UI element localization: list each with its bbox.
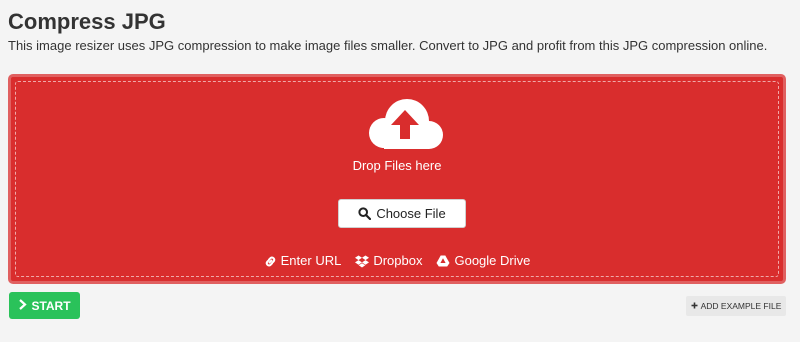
- dropbox-label: Dropbox: [373, 253, 423, 268]
- choose-file-button[interactable]: Choose File: [338, 199, 466, 228]
- google-drive-label: Google Drive: [454, 253, 531, 268]
- start-label: START: [31, 298, 71, 313]
- enter-url-label: Enter URL: [280, 253, 342, 268]
- file-dropzone[interactable]: Drop Files here Choose File Enter URL Dr…: [8, 74, 786, 284]
- google-drive-icon: [436, 255, 450, 267]
- add-example-file-button[interactable]: ADD EXAMPLE FILE: [686, 296, 786, 316]
- enter-url-link[interactable]: Enter URL: [264, 253, 342, 269]
- add-example-label: ADD EXAMPLE FILE: [700, 301, 782, 311]
- page-description: This image resizer uses JPG compression …: [8, 38, 768, 53]
- plus-icon: [691, 301, 698, 311]
- dropzone-dashed-border: Drop Files here Choose File Enter URL Dr…: [15, 81, 779, 277]
- file-source-links: Enter URL Dropbox Google Drive: [16, 253, 778, 269]
- google-drive-link[interactable]: Google Drive: [436, 253, 530, 269]
- start-button[interactable]: START: [9, 292, 80, 319]
- page-title: Compress JPG: [8, 9, 166, 34]
- cloud-upload-icon[interactable]: [365, 97, 445, 155]
- link-icon: [264, 255, 277, 268]
- dropbox-icon: [355, 255, 370, 268]
- search-icon: [358, 207, 372, 220]
- choose-file-label: Choose File: [376, 206, 446, 221]
- dropbox-link[interactable]: Dropbox: [355, 253, 422, 269]
- chevron-right-icon: [18, 298, 28, 313]
- drop-files-text: Drop Files here: [352, 158, 442, 173]
